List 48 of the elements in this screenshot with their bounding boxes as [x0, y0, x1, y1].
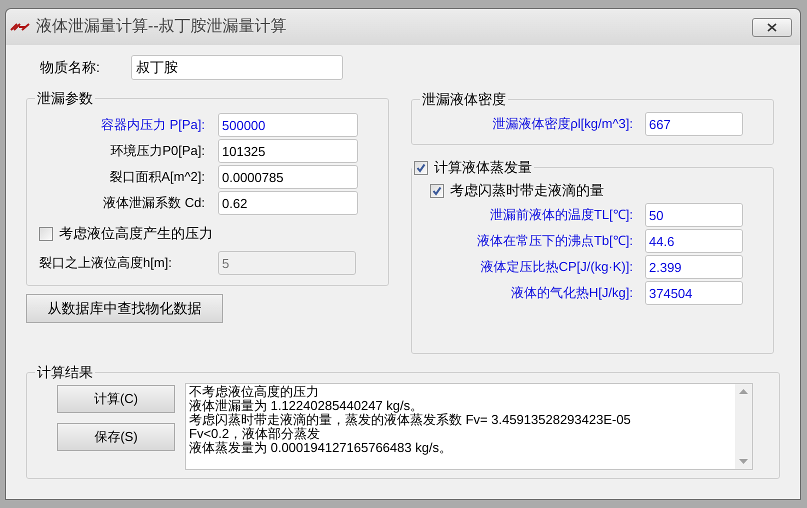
result-line: 不考虑液位高度的压力	[189, 385, 320, 399]
action-button[interactable]: 保存(S)	[57, 423, 175, 451]
field-label: 裂口面积A[m^2]:	[108, 168, 205, 186]
checkbox[interactable]	[430, 184, 444, 198]
group-title: 泄漏参数	[36, 89, 94, 108]
field-label: 液体定压比热CP[J/(kg·K)]:	[480, 258, 633, 276]
result-line: 液体泄漏量为 1.12240285440247 kg/s。	[189, 399, 424, 413]
input-field[interactable]: 0.62	[218, 191, 358, 215]
field-label: 泄漏液体密度ρl[kg/m^3]:	[491, 115, 633, 134]
checkbox-label: 考虑液位高度产生的压力	[59, 224, 213, 243]
input-field[interactable]: 500000	[218, 113, 358, 137]
input-field[interactable]: 50	[645, 203, 743, 227]
field-label: 液体的气化热H[J/kg]:	[510, 284, 633, 302]
check-icon	[416, 162, 426, 172]
input-field[interactable]: 2.399	[645, 255, 743, 279]
close-button[interactable]	[752, 18, 792, 36]
checkbox[interactable]	[39, 226, 53, 240]
field-label: 泄漏前液体的温度TL[℃]:	[488, 206, 633, 224]
result-line: 液体蒸发量为 0.000194127165766483 kg/s。	[189, 441, 454, 455]
result-line: Fv<0.2，液体部分蒸发	[189, 427, 322, 441]
window-title: 液体泄漏量计算--叔丁胺泄漏量计算	[36, 16, 287, 37]
input-field[interactable]: 667	[645, 112, 743, 136]
input-field[interactable]: 44.6	[645, 229, 743, 253]
checkbox-label: 计算液体蒸发量	[434, 158, 532, 177]
result-text-area[interactable]: 不考虑液位高度的压力 液体泄漏量为 1.12240285440247 kg/s。 考虑闪蒸时带走液滴的量，蒸发的液体蒸发系数 Fv= 3.45913528293423E-05 Fv<0.2，液体部分蒸发 液体蒸发量为 0.000194127165766483 kg/s。	[185, 383, 753, 470]
scrollbar[interactable]	[735, 384, 752, 469]
field-label: 液体在常压下的沸点Tb[℃]:	[476, 232, 633, 250]
scroll-up-icon[interactable]	[739, 389, 748, 394]
group-title: 泄漏液体密度	[421, 90, 507, 109]
input-field[interactable]: 374504	[645, 281, 743, 305]
result-line: 考虑闪蒸时带走液滴的量，蒸发的液体蒸发系数 Fv= 3.45913528293423E-05	[189, 413, 632, 427]
substance-label: 物质名称:	[40, 58, 101, 77]
check-icon	[432, 186, 442, 196]
field-label: 容器内压力 P[Pa]:	[100, 116, 205, 134]
close-icon	[767, 22, 777, 32]
lookup-button[interactable]: 从数据库中查找物化数据	[26, 294, 223, 323]
app-logo-icon	[10, 22, 30, 32]
checkbox-label: 考虑闪蒸时带走液滴的量	[450, 181, 604, 200]
input-field[interactable]: 101325	[218, 139, 358, 163]
field-label: 液体泄漏系数 Cd:	[102, 194, 205, 212]
input-field[interactable]: 0.0000785	[218, 165, 358, 189]
field-label: 环境压力P0[Pa]:	[109, 142, 205, 160]
action-button[interactable]: 计算(C)	[57, 385, 175, 413]
group-title: 计算结果	[36, 363, 94, 382]
substance-field[interactable]: 叔丁胺	[131, 55, 343, 80]
scroll-down-icon[interactable]	[739, 459, 748, 464]
checkbox[interactable]	[414, 160, 428, 174]
field-label: 裂口之上液位高度h[m]:	[38, 254, 173, 272]
